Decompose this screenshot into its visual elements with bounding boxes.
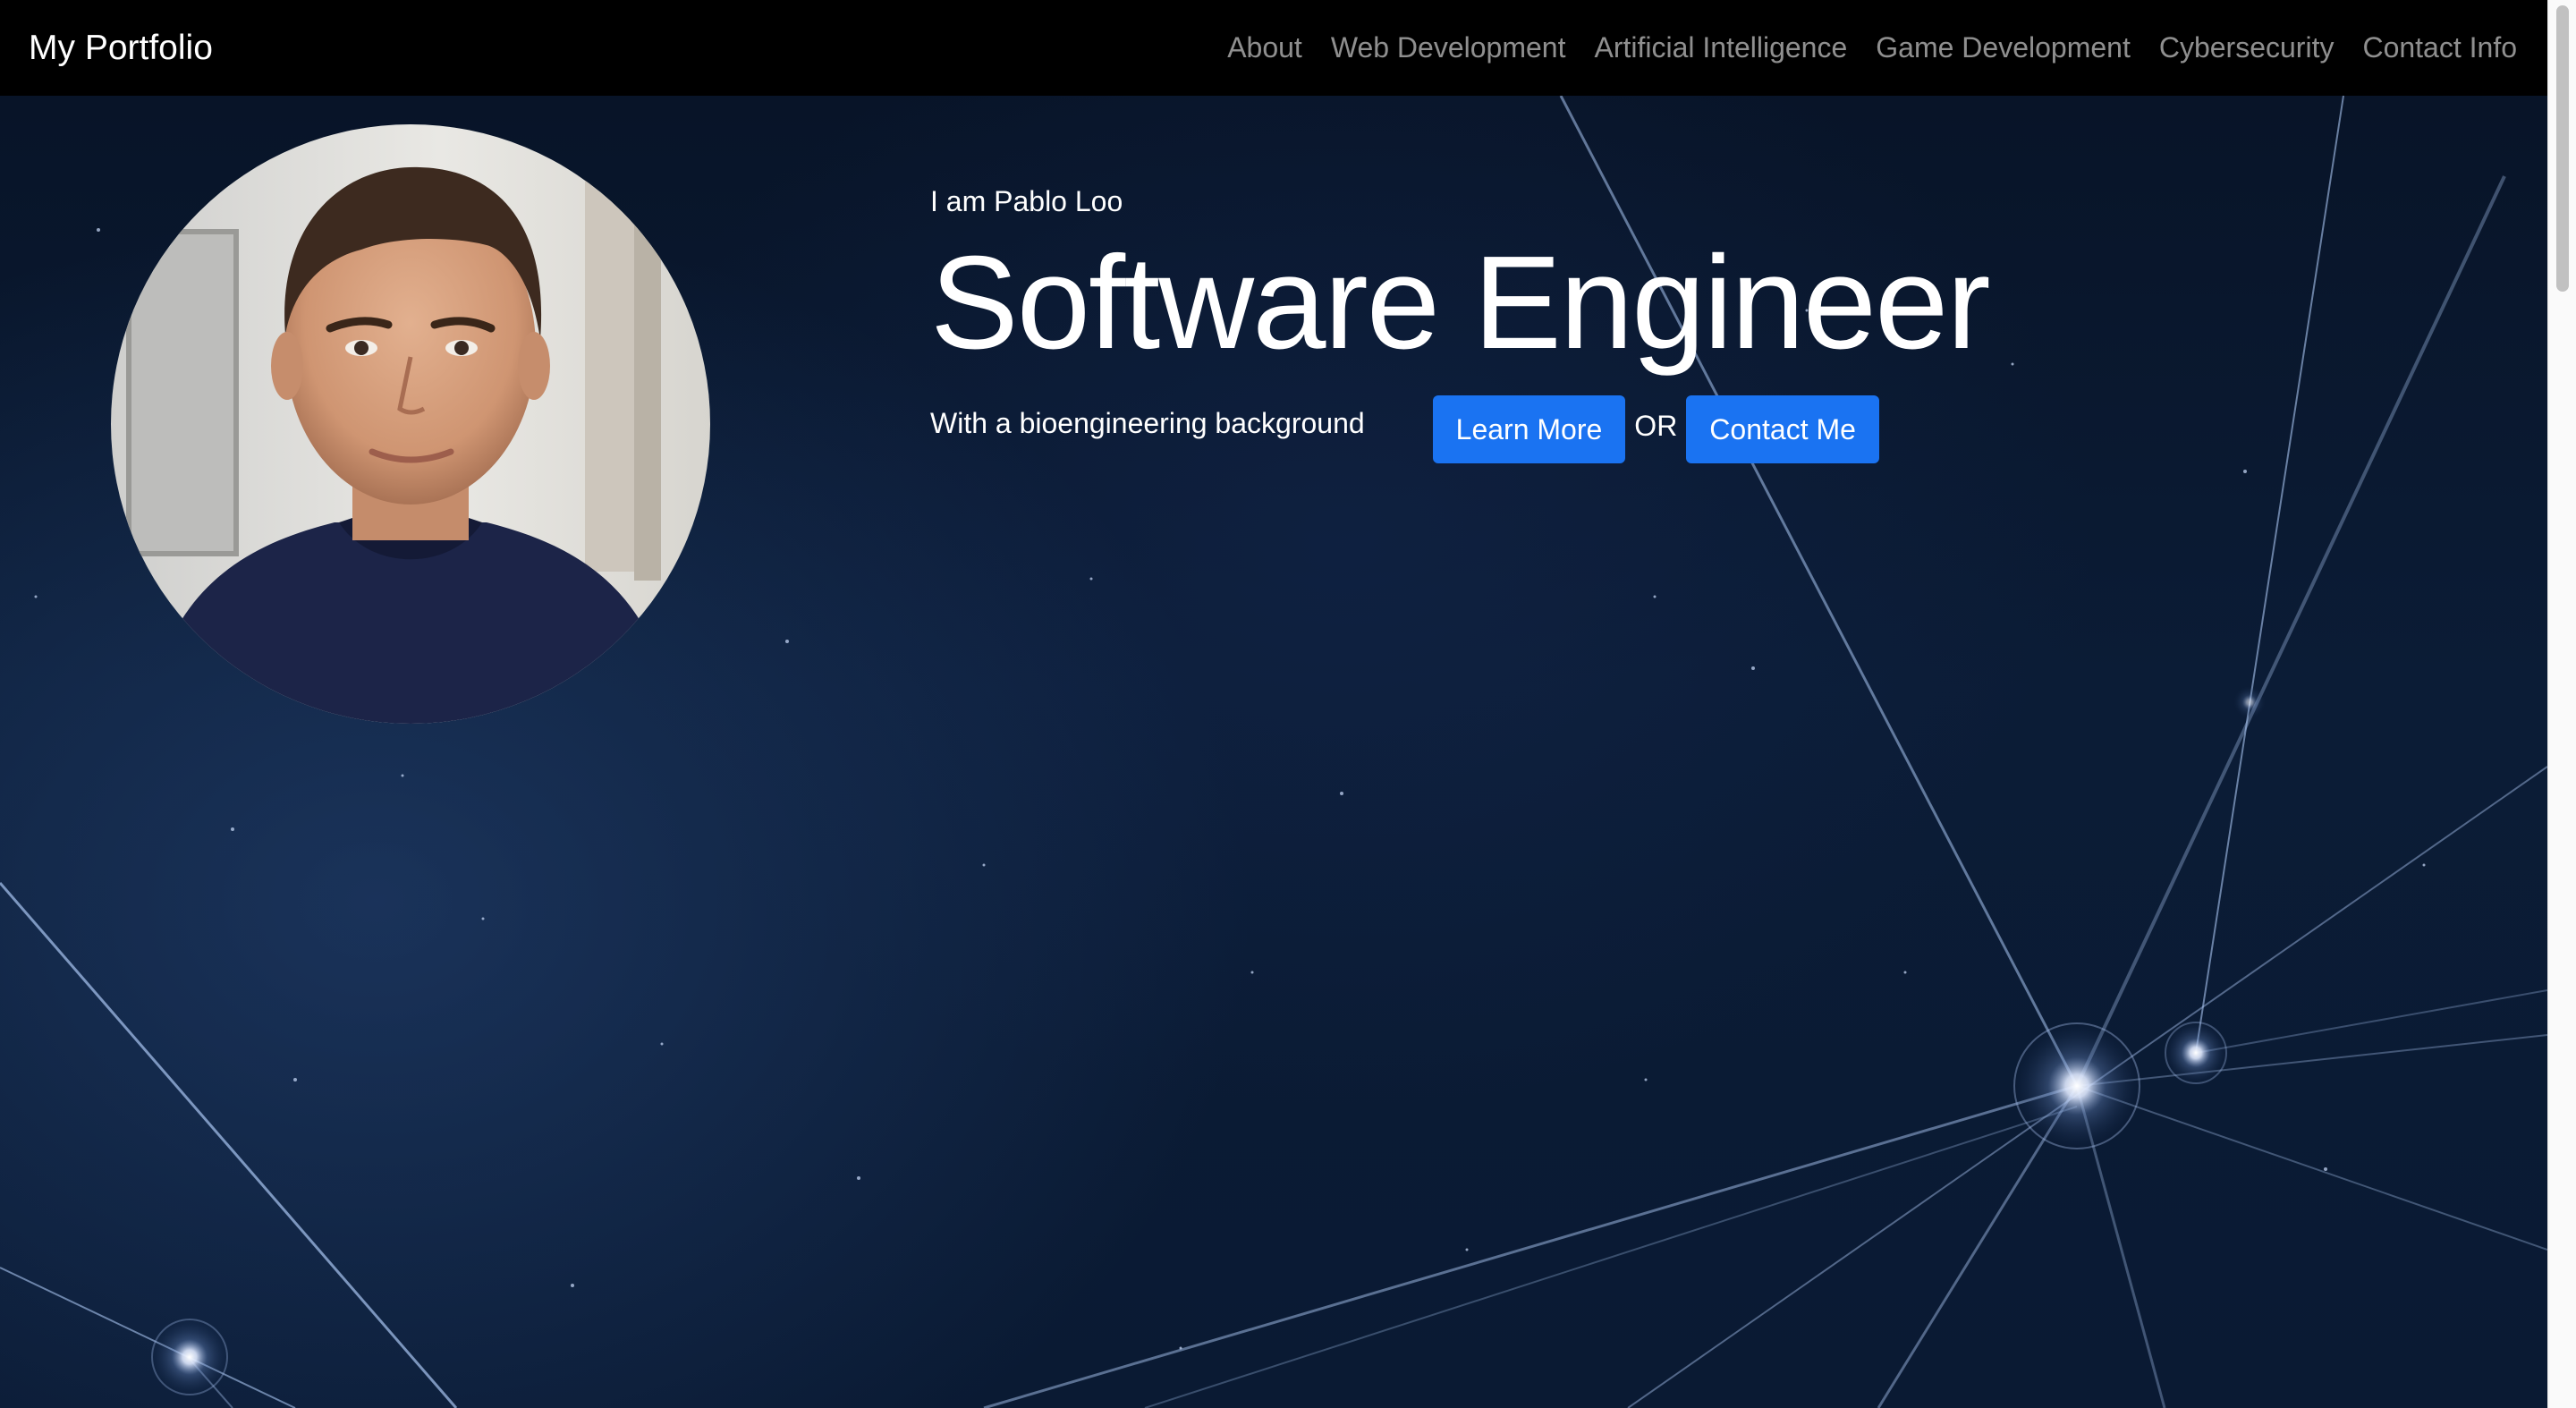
profile-photo-icon	[111, 124, 710, 724]
hero-actions: With a bioengineering background Learn M…	[930, 395, 1989, 464]
hero-section: I am Pablo Loo Software Engineer With a …	[0, 96, 2547, 1408]
hero-intro: I am Pablo Loo	[930, 185, 1123, 217]
nav-link-artificial-intelligence[interactable]: Artificial Intelligence	[1594, 31, 1847, 64]
learn-more-button[interactable]: Learn More	[1432, 395, 1626, 464]
nav-link-about[interactable]: About	[1227, 31, 1302, 64]
hero-headline: Software Engineer	[930, 229, 1991, 377]
nav-link-game-development[interactable]: Game Development	[1876, 31, 2131, 64]
navbar: My Portfolio About Web Development Artif…	[0, 0, 2547, 96]
page-scrollbar[interactable]	[2547, 0, 2576, 1408]
contact-me-button[interactable]: Contact Me	[1686, 395, 1879, 464]
nav-link-cybersecurity[interactable]: Cybersecurity	[2159, 31, 2334, 64]
nav-links: About Web Development Artificial Intelli…	[1199, 31, 2517, 64]
profile-photo	[111, 124, 710, 724]
hero-text: I am Pablo Loo Software Engineer With a …	[930, 185, 1991, 464]
scrollbar-thumb[interactable]	[2556, 5, 2569, 292]
or-separator: OR	[1634, 409, 1678, 442]
nav-link-contact-info[interactable]: Contact Info	[2362, 31, 2517, 64]
brand-link[interactable]: My Portfolio	[29, 29, 213, 68]
hero-tagline: With a bioengineering background	[930, 406, 1365, 439]
nav-link-web-development[interactable]: Web Development	[1331, 31, 1566, 64]
